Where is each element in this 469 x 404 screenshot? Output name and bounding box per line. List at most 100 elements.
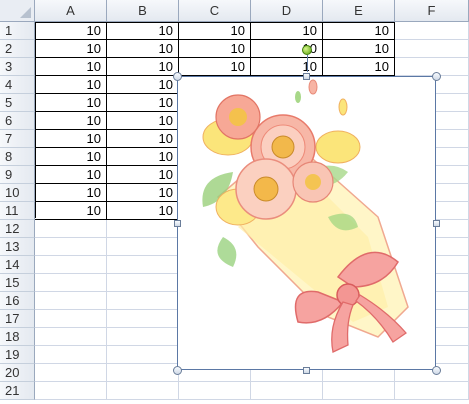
- row-header-6[interactable]: 6: [0, 112, 35, 130]
- cell-f21[interactable]: [395, 382, 469, 400]
- cell-d3[interactable]: 10: [251, 58, 323, 76]
- cell-c21[interactable]: [179, 382, 251, 400]
- cell-b21[interactable]: [107, 382, 179, 400]
- cell-b2[interactable]: 10: [107, 40, 179, 58]
- cell-b6[interactable]: 10: [107, 112, 179, 130]
- cell-e2[interactable]: 10: [323, 40, 395, 58]
- row-header-18[interactable]: 18: [0, 328, 35, 346]
- resize-handle-top-right[interactable]: [431, 71, 441, 81]
- row-header-16[interactable]: 16: [0, 292, 35, 310]
- column-header-e[interactable]: E: [323, 0, 395, 22]
- row-header-10[interactable]: 10: [0, 184, 35, 202]
- cell-a19[interactable]: [35, 346, 107, 364]
- cell-a3[interactable]: 10: [35, 58, 107, 76]
- cell-b1[interactable]: 10: [107, 22, 179, 40]
- row-header-11[interactable]: 11: [0, 202, 35, 220]
- cell-b13[interactable]: [107, 238, 179, 256]
- spreadsheet: ABCDEF 1 2 3 4 5 6 7 8 9 10 11 12 13 14 15 16 17 18 19 20 21…: [0, 0, 469, 404]
- row-header-9[interactable]: 9: [0, 166, 35, 184]
- cell-a6[interactable]: 10: [35, 112, 107, 130]
- row-header-7[interactable]: 7: [0, 130, 35, 148]
- cell-e3[interactable]: 10: [323, 58, 395, 76]
- select-all-corner[interactable]: [0, 0, 35, 22]
- row-header-13[interactable]: 13: [0, 238, 35, 256]
- bouquet-picture[interactable]: [177, 76, 436, 370]
- row-header-21[interactable]: 21: [0, 382, 35, 400]
- cell-a16[interactable]: [35, 292, 107, 310]
- cell-f2[interactable]: [395, 40, 469, 58]
- flower-bouquet-icon: [202, 79, 409, 353]
- table-left-border: [35, 22, 36, 218]
- cell-d1[interactable]: 10: [251, 22, 323, 40]
- cell-a13[interactable]: [35, 238, 107, 256]
- row-header-1[interactable]: 1: [0, 22, 35, 40]
- cell-c3[interactable]: 10: [179, 58, 251, 76]
- cell-b15[interactable]: [107, 274, 179, 292]
- cell-b14[interactable]: [107, 256, 179, 274]
- cell-a7[interactable]: 10: [35, 130, 107, 148]
- row-header-4[interactable]: 4: [0, 76, 35, 94]
- cell-b3[interactable]: 10: [107, 58, 179, 76]
- cell-b8[interactable]: 10: [107, 148, 179, 166]
- cell-a21[interactable]: [35, 382, 107, 400]
- cell-b10[interactable]: 10: [107, 184, 179, 202]
- cell-b5[interactable]: 10: [107, 94, 179, 112]
- resize-handle-left[interactable]: [173, 219, 181, 227]
- cell-e21[interactable]: [323, 382, 395, 400]
- cell-a8[interactable]: 10: [35, 148, 107, 166]
- cell-a17[interactable]: [35, 310, 107, 328]
- cell-b18[interactable]: [107, 328, 179, 346]
- resize-handle-bottom[interactable]: [303, 366, 310, 374]
- cell-a14[interactable]: [35, 256, 107, 274]
- cell-b11[interactable]: 10: [107, 202, 179, 220]
- row-header-19[interactable]: 19: [0, 346, 35, 364]
- column-header-b[interactable]: B: [107, 0, 179, 22]
- cell-c2[interactable]: 10: [179, 40, 251, 58]
- cell-a4[interactable]: 10: [35, 76, 107, 94]
- cell-b4[interactable]: 10: [107, 76, 179, 94]
- column-header-a[interactable]: A: [35, 0, 107, 22]
- row-header-12[interactable]: 12: [0, 220, 35, 238]
- resize-handle-bottom-right[interactable]: [431, 365, 441, 375]
- row-header-20[interactable]: 20: [0, 364, 35, 382]
- resize-handle-bottom-left[interactable]: [172, 365, 182, 375]
- cell-b9[interactable]: 10: [107, 166, 179, 184]
- row-header-2[interactable]: 2: [0, 40, 35, 58]
- column-header-f[interactable]: F: [395, 0, 469, 22]
- cell-f1[interactable]: [395, 22, 469, 40]
- cell-b17[interactable]: [107, 310, 179, 328]
- resize-handle-top-left[interactable]: [172, 71, 182, 81]
- cell-b7[interactable]: 10: [107, 130, 179, 148]
- column-header-c[interactable]: C: [179, 0, 251, 22]
- row-header-3[interactable]: 3: [0, 58, 35, 76]
- cell-a2[interactable]: 10: [35, 40, 107, 58]
- row-header-8[interactable]: 8: [0, 148, 35, 166]
- cell-c1[interactable]: 10: [179, 22, 251, 40]
- resize-handle-right[interactable]: [432, 219, 440, 227]
- cell-a5[interactable]: 10: [35, 94, 107, 112]
- cell-a1[interactable]: 10: [35, 22, 107, 40]
- cell-b16[interactable]: [107, 292, 179, 310]
- cell-d21[interactable]: [251, 382, 323, 400]
- cell-d2[interactable]: 10: [251, 40, 323, 58]
- cell-a20[interactable]: [35, 364, 107, 382]
- row-header-15[interactable]: 15: [0, 274, 35, 292]
- cell-b20[interactable]: [107, 364, 179, 382]
- cell-a11[interactable]: 10: [35, 202, 107, 220]
- cell-a12[interactable]: [35, 220, 107, 238]
- rotate-handle-stem: [306, 55, 308, 72]
- cell-b19[interactable]: [107, 346, 179, 364]
- rotate-handle-icon[interactable]: [301, 45, 312, 55]
- cell-a15[interactable]: [35, 274, 107, 292]
- row-header-5[interactable]: 5: [0, 94, 35, 112]
- cell-a18[interactable]: [35, 328, 107, 346]
- resize-handle-top[interactable]: [303, 72, 310, 80]
- cell-a10[interactable]: 10: [35, 184, 107, 202]
- cell-a9[interactable]: 10: [35, 166, 107, 184]
- cell-e1[interactable]: 10: [323, 22, 395, 40]
- cell-b12[interactable]: [107, 220, 179, 238]
- column-header-d[interactable]: D: [251, 0, 323, 22]
- select-all-triangle-icon: [20, 7, 31, 18]
- row-header-14[interactable]: 14: [0, 256, 35, 274]
- row-header-17[interactable]: 17: [0, 310, 35, 328]
